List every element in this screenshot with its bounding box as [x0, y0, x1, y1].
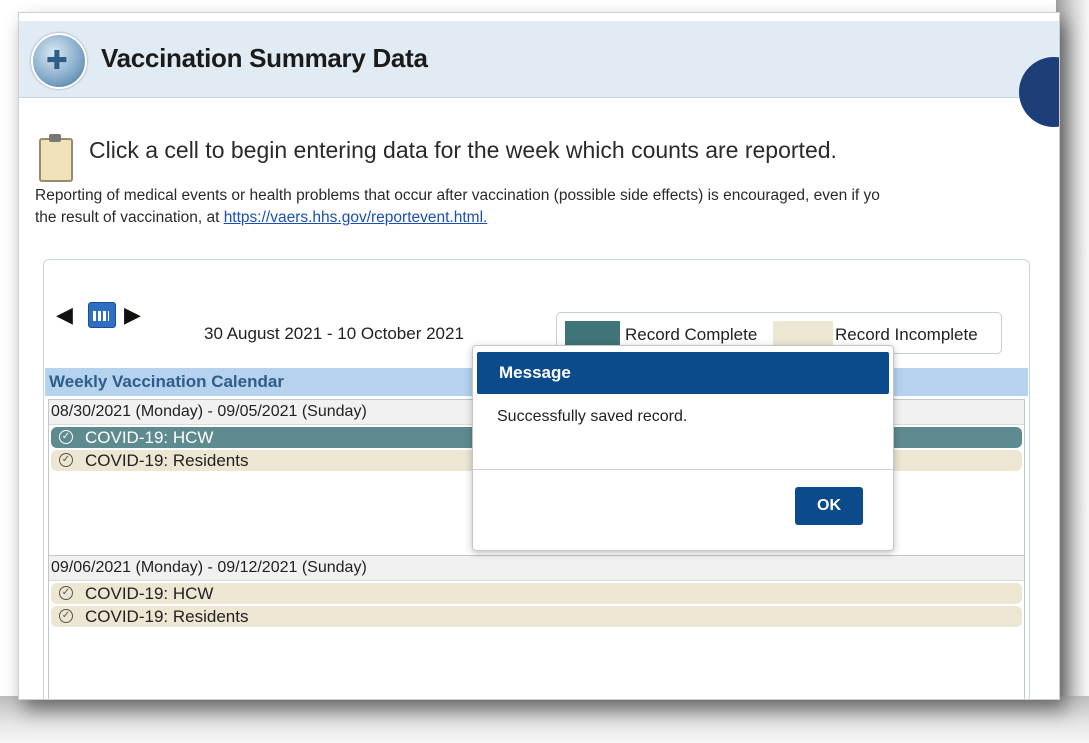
clipboard-icon	[39, 134, 73, 182]
legend-incomplete-label: Record Incomplete	[835, 325, 978, 344]
check-circle-icon: ✓	[59, 430, 73, 444]
date-range: 30 August 2021 - 10 October 2021	[204, 324, 464, 343]
page-title: Vaccination Summary Data	[101, 43, 428, 73]
message-dialog: Message Successfully saved record. OK	[472, 345, 894, 551]
window-shadow-right	[1056, 0, 1089, 743]
entry-covid-hcw[interactable]: ✓ COVID-19: HCW	[51, 583, 1022, 604]
instruction-text: Click a cell to begin entering data for …	[89, 137, 837, 163]
dialog-divider	[473, 469, 893, 470]
calendar-icon[interactable]	[88, 302, 116, 328]
legend-complete-swatch	[565, 321, 620, 345]
legend-complete-label: Record Complete	[625, 325, 758, 344]
entry-label: COVID-19: Residents	[85, 607, 249, 626]
check-circle-icon: ✓	[59, 609, 73, 623]
window-shadow-bottom	[0, 696, 1089, 743]
dialog-message: Successfully saved record.	[497, 408, 688, 425]
vaers-link[interactable]: https://vaers.hhs.gov/reportevent.html.	[224, 209, 488, 226]
notice-line-2: the result of vaccination, at https://va…	[35, 207, 1059, 229]
notice-line-1: Reporting of medical events or health pr…	[35, 187, 880, 204]
next-period-button[interactable]: ▶	[124, 302, 141, 328]
week-title: 09/06/2021 (Monday) - 09/12/2021 (Sunday…	[49, 556, 1024, 581]
check-circle-icon: ✓	[59, 586, 73, 600]
dialog-title: Message	[477, 352, 889, 394]
entry-label: COVID-19: Residents	[85, 451, 249, 470]
vaers-notice: Reporting of medical events or health pr…	[35, 185, 1059, 229]
week-block: 09/06/2021 (Monday) - 09/12/2021 (Sunday…	[48, 555, 1025, 699]
notice-line-2-prefix: the result of vaccination, at	[35, 209, 224, 226]
entry-label: COVID-19: HCW	[85, 584, 214, 603]
header-decoration	[1019, 57, 1059, 127]
legend-incomplete-swatch	[773, 321, 833, 345]
vaccination-logo-icon: ✚	[31, 33, 87, 89]
page-header: ✚ Vaccination Summary Data	[19, 21, 1059, 127]
check-circle-icon: ✓	[59, 453, 73, 467]
previous-period-button[interactable]: ◀	[56, 302, 73, 328]
entry-covid-residents[interactable]: ✓ COVID-19: Residents	[51, 606, 1022, 627]
entry-label: COVID-19: HCW	[85, 428, 214, 447]
ok-button[interactable]: OK	[795, 487, 863, 525]
